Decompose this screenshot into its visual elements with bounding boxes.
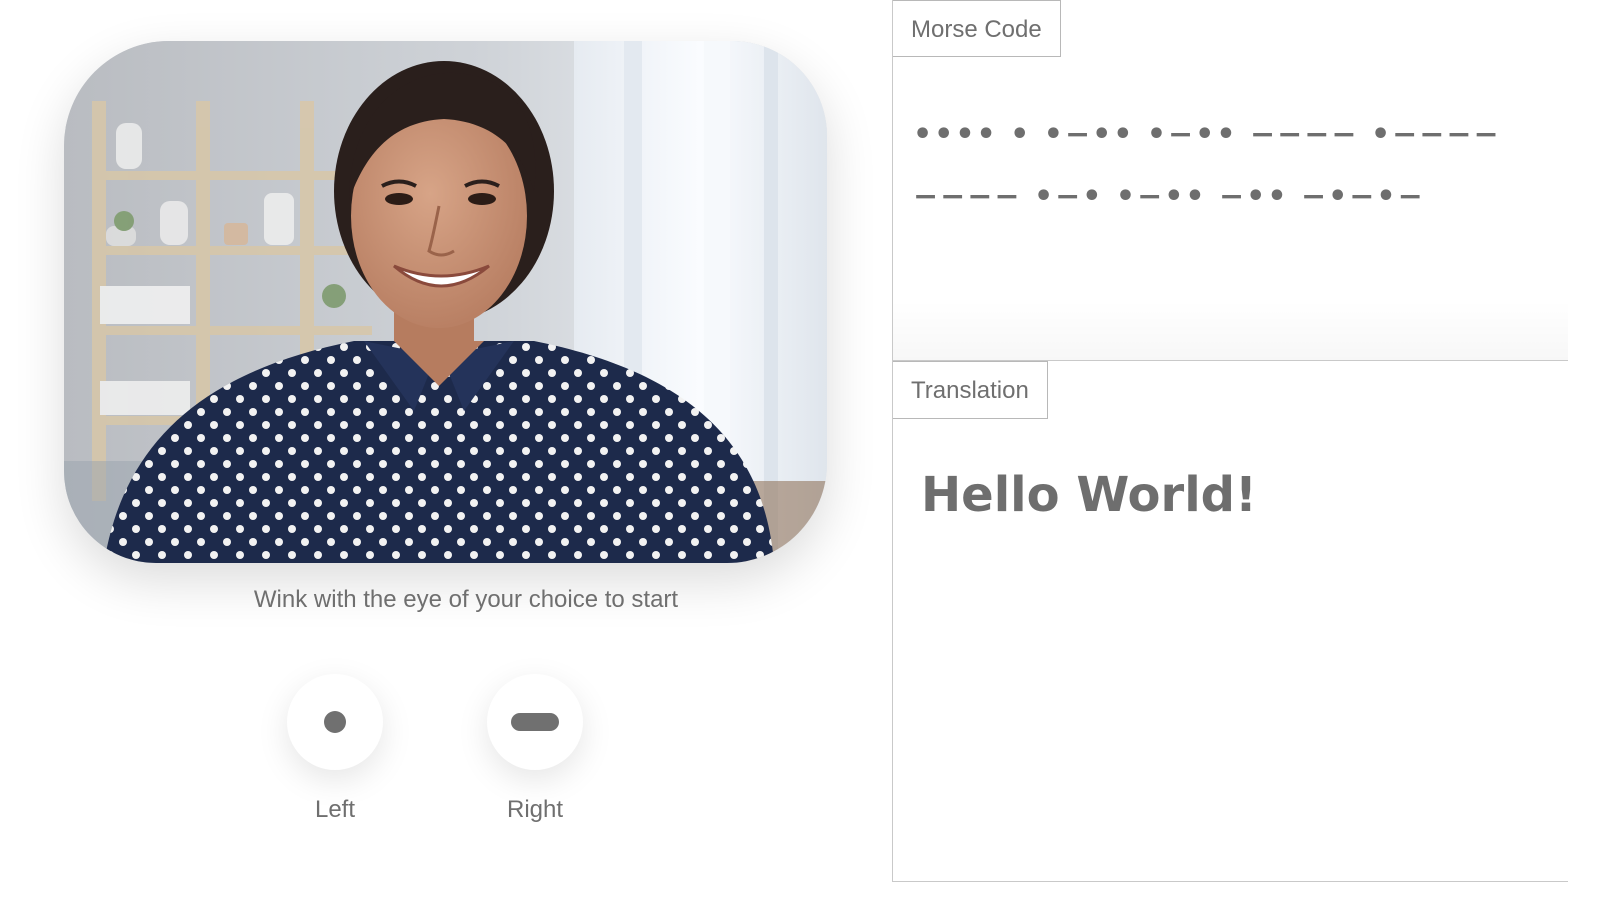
morse-code-panel: Morse Code •••• • •−•• •−•• −−−− •−−−− −−…	[892, 0, 1568, 360]
left-button-label: Left	[314, 796, 356, 823]
morse-wink-app: Wink with the eye of your choice to star…	[0, 0, 1600, 900]
morse-code-tab: Morse Code	[893, 0, 1061, 57]
webcam-feed	[64, 41, 827, 563]
right-wink-dash-button[interactable]	[487, 674, 583, 770]
translation-tab: Translation	[893, 361, 1048, 419]
instruction-text: Wink with the eye of your choice to star…	[253, 586, 679, 613]
left-wink-dot-button[interactable]	[287, 674, 383, 770]
right-button-label: Right	[506, 796, 564, 823]
dash-icon	[511, 713, 559, 731]
translation-panel: Translation Hello World!	[892, 360, 1568, 882]
webcam-person-image	[64, 41, 827, 563]
translation-output: Hello World!	[921, 467, 1257, 523]
morse-line: −−−− •−• •−•• −•• −•−•−	[913, 179, 1425, 214]
morse-output: •••• • •−•• •−•• −−−− •−−−− −−−− •−• •−••…	[913, 104, 1548, 228]
dot-icon	[324, 711, 346, 733]
morse-line: •••• • •−•• •−•• −−−− •−−−−	[913, 117, 1501, 152]
